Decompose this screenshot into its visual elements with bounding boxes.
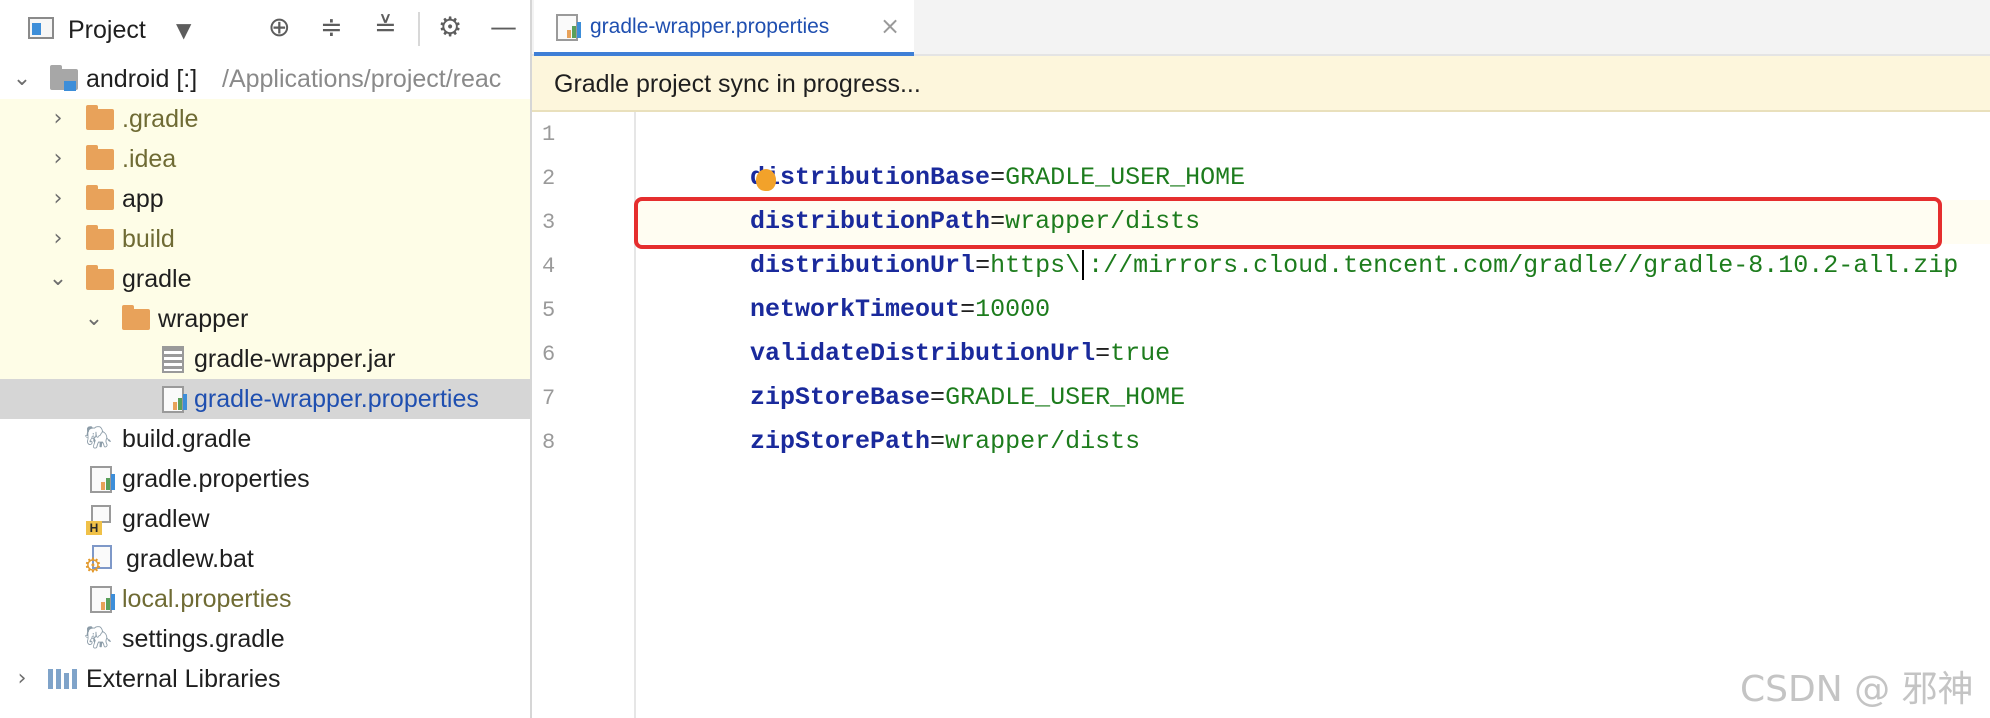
chevron-right-icon[interactable]: › bbox=[10, 659, 34, 699]
project-panel: Project ▼ ⊕ ≑ ≚ ⚙ — ⌄ android [:] /Appli… bbox=[0, 0, 532, 718]
properties-file-icon bbox=[556, 14, 581, 41]
tree-item-gradlew[interactable]: H gradlew bbox=[0, 499, 530, 539]
chevron-right-icon[interactable]: › bbox=[46, 219, 70, 259]
properties-file-icon bbox=[162, 386, 187, 413]
tree-root[interactable]: ⌄ android [:] /Applications/project/reac bbox=[0, 59, 530, 99]
line-number: 5 bbox=[542, 298, 556, 323]
project-panel-toolbar: Project ▼ ⊕ ≑ ≚ ⚙ — bbox=[0, 0, 530, 60]
tree-item-label: gradlew.bat bbox=[126, 545, 254, 573]
line-number: 3 bbox=[542, 210, 556, 235]
tree-item-label: .gradle bbox=[122, 105, 199, 133]
toolbar-separator bbox=[418, 12, 420, 46]
annotation-highlight-box bbox=[634, 197, 1942, 249]
tree-item-label: build bbox=[122, 225, 175, 253]
editor-area: gradle-wrapper.properties × Gradle proje… bbox=[532, 0, 1990, 718]
batch-file-icon: ⚙ bbox=[84, 545, 114, 575]
tree-item-idea[interactable]: › .idea bbox=[0, 139, 530, 179]
gradle-elephant-icon: 🐘︎ bbox=[84, 626, 112, 651]
collapse-all-icon[interactable]: ≚ bbox=[374, 12, 397, 44]
gear-icon[interactable]: ⚙ bbox=[438, 12, 462, 44]
dropdown-arrow-icon[interactable]: ▼ bbox=[176, 14, 191, 46]
folder-icon bbox=[86, 265, 114, 290]
text-caret bbox=[1082, 250, 1085, 281]
shell-script-icon: H bbox=[86, 505, 112, 535]
locate-icon[interactable]: ⊕ bbox=[268, 12, 291, 44]
property-key: zipStorePath bbox=[750, 427, 931, 456]
property-value: ://mirrors.cloud.tencent.com/gradle//gra… bbox=[1088, 251, 1959, 280]
gradle-elephant-icon: 🐘︎ bbox=[84, 426, 112, 451]
tree-item-gradle-dir[interactable]: › .gradle bbox=[0, 99, 530, 139]
chevron-down-icon[interactable]: ⌄ bbox=[10, 59, 34, 99]
editor-tab-bar: gradle-wrapper.properties × bbox=[532, 0, 1990, 56]
tree-item-label: External Libraries bbox=[86, 665, 281, 693]
line-number-gutter[interactable]: 1 2 3 4 5 6 7 8 bbox=[532, 112, 636, 718]
line-number: 2 bbox=[542, 166, 556, 191]
chevron-right-icon[interactable]: › bbox=[46, 179, 70, 219]
tree-item-label: gradle-wrapper.jar bbox=[194, 345, 396, 373]
module-folder-icon bbox=[86, 185, 114, 210]
tree-item-label: app bbox=[122, 185, 164, 213]
project-view-title[interactable]: Project bbox=[68, 16, 146, 45]
module-folder-icon bbox=[50, 65, 78, 91]
tree-item-label: gradle-wrapper.properties bbox=[194, 385, 479, 413]
code-line[interactable]: distributionBase=GRADLE_USER_HOME bbox=[660, 112, 1245, 192]
lightbulb-icon[interactable] bbox=[756, 169, 776, 191]
property-value: wrapper/dists bbox=[945, 427, 1141, 456]
tab-label: gradle-wrapper.properties bbox=[590, 15, 830, 38]
tab-gradle-wrapper-properties[interactable]: gradle-wrapper.properties × bbox=[534, 0, 914, 56]
folder-icon bbox=[122, 305, 150, 330]
code-line[interactable]: networkTimeout=10000 bbox=[660, 244, 1050, 324]
tree-item-gradle-wrapper-properties[interactable]: gradle-wrapper.properties bbox=[0, 379, 530, 419]
chevron-down-icon[interactable]: ⌄ bbox=[82, 299, 106, 339]
line-number: 4 bbox=[542, 254, 556, 279]
code-line[interactable]: zipStoreBase=GRADLE_USER_HOME bbox=[660, 332, 1185, 412]
code-line[interactable]: distributionPath=wrapper/dists bbox=[660, 156, 1200, 236]
folder-icon bbox=[86, 105, 114, 130]
tree-item-label: wrapper bbox=[158, 305, 249, 333]
jar-file-icon bbox=[162, 346, 184, 373]
tree-item-build[interactable]: › build bbox=[0, 219, 530, 259]
tree-item-local-properties[interactable]: local.properties bbox=[0, 579, 530, 619]
tree-item-gradle[interactable]: ⌄ gradle bbox=[0, 259, 530, 299]
chevron-down-icon[interactable]: ⌄ bbox=[46, 259, 70, 299]
tree-item-label: gradlew bbox=[122, 505, 210, 533]
line-number: 7 bbox=[542, 386, 556, 411]
tree-root-name: android [:] bbox=[86, 65, 198, 93]
libraries-icon bbox=[48, 669, 78, 689]
project-icon bbox=[28, 17, 54, 39]
close-icon[interactable]: × bbox=[880, 12, 900, 40]
properties-file-icon bbox=[90, 586, 115, 613]
line-number: 8 bbox=[542, 430, 556, 455]
tree-item-gradlew-bat[interactable]: ⚙ gradlew.bat bbox=[0, 539, 530, 579]
tree-item-wrapper[interactable]: ⌄ wrapper bbox=[0, 299, 530, 339]
tree-root-path: /Applications/project/reac bbox=[222, 65, 502, 93]
tree-item-external-libraries[interactable]: › External Libraries bbox=[0, 659, 530, 699]
expand-all-icon[interactable]: ≑ bbox=[320, 12, 343, 44]
tree-item-gradle-properties[interactable]: gradle.properties bbox=[0, 459, 530, 499]
tree-item-label: gradle.properties bbox=[122, 465, 310, 493]
line-number: 6 bbox=[542, 342, 556, 367]
line-number: 1 bbox=[542, 122, 556, 147]
tree-item-app[interactable]: › app bbox=[0, 179, 530, 219]
sync-status-text: Gradle project sync in progress... bbox=[554, 70, 921, 98]
tree-item-label: local.properties bbox=[122, 585, 292, 613]
tree-item-label: gradle bbox=[122, 265, 192, 293]
tree-item-settings-gradle[interactable]: 🐘︎ settings.gradle bbox=[0, 619, 530, 659]
tree-item-gradle-wrapper-jar[interactable]: gradle-wrapper.jar bbox=[0, 339, 530, 379]
tree-item-label: .idea bbox=[122, 145, 177, 173]
sync-notification-banner: Gradle project sync in progress... bbox=[532, 56, 1990, 112]
folder-icon bbox=[86, 145, 114, 170]
tree-item-label: settings.gradle bbox=[122, 625, 285, 653]
equals-sign: = bbox=[930, 427, 946, 456]
chevron-right-icon[interactable]: › bbox=[46, 139, 70, 179]
tree-item-label: build.gradle bbox=[122, 425, 252, 453]
code-line[interactable]: zipStorePath=wrapper/dists bbox=[660, 376, 1140, 456]
properties-file-icon bbox=[90, 466, 115, 493]
minimize-icon[interactable]: — bbox=[490, 12, 517, 44]
chevron-right-icon[interactable]: › bbox=[46, 99, 70, 139]
tree-item-build-gradle[interactable]: 🐘︎ build.gradle bbox=[0, 419, 530, 459]
folder-icon bbox=[86, 225, 114, 250]
code-line[interactable]: validateDistributionUrl=true bbox=[660, 288, 1170, 368]
watermark: CSDN @ 邪神 bbox=[1740, 669, 1974, 710]
